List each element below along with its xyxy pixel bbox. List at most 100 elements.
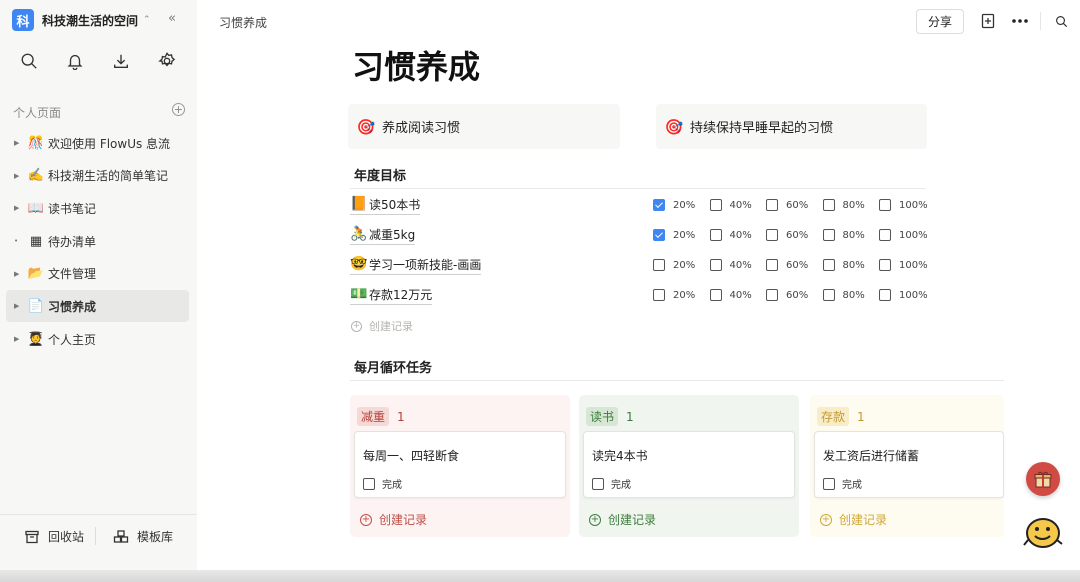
table-row: 💵 存款12万元 20% 40% 60% 80% 100% <box>350 280 928 310</box>
progress-checkbox[interactable]: 60% <box>766 259 823 271</box>
checkbox[interactable] <box>709 289 722 301</box>
add-page-icon[interactable]: + <box>172 103 185 116</box>
create-record-button[interactable]: + 创建记录 <box>360 511 427 528</box>
sidebar-item[interactable]: ▶ 📂 文件管理 <box>6 258 189 290</box>
progress-checkbox[interactable]: 80% <box>822 199 880 211</box>
page-emoji-icon: 🧑‍🎓 <box>27 331 45 347</box>
create-record-button[interactable]: + 创建记录 <box>589 511 656 528</box>
progress-checkbox[interactable]: 20% <box>653 229 710 241</box>
share-button[interactable]: 分享 <box>916 9 964 34</box>
progress-checkbox[interactable]: 20% <box>653 259 710 271</box>
column-header[interactable]: 减重 1 <box>357 407 405 426</box>
bell-icon[interactable] <box>64 50 86 72</box>
sidebar-item[interactable]: ▶ 📄 习惯养成 <box>6 290 189 323</box>
expand-arrow-icon[interactable]: ▶ <box>14 270 22 278</box>
goal-card[interactable]: 🎯 持续保持早睡早起的习惯 <box>656 104 927 149</box>
checkbox[interactable] <box>823 477 835 490</box>
checkbox[interactable] <box>879 259 891 271</box>
column-tag: 存款 <box>817 407 850 426</box>
add-page-icon[interactable] <box>979 12 997 30</box>
progress-checkbox[interactable]: 60% <box>766 199 823 211</box>
goal-name[interactable]: 💵 存款12万元 <box>350 286 433 305</box>
progress-checkbox[interactable]: 100% <box>879 289 936 301</box>
column-header[interactable]: 读书 1 <box>586 407 634 426</box>
expand-arrow-icon[interactable]: ▶ <box>14 302 22 310</box>
checkbox[interactable] <box>766 199 778 211</box>
checkbox[interactable] <box>879 289 891 301</box>
progress-checkbox[interactable]: 60% <box>766 289 823 301</box>
checkbox[interactable] <box>822 289 835 301</box>
trash-button[interactable]: 回收站 <box>24 528 84 545</box>
checkbox[interactable] <box>879 229 891 241</box>
download-icon[interactable] <box>110 50 132 72</box>
checkbox[interactable] <box>879 199 891 211</box>
double-chevron-left-icon[interactable]: « <box>168 11 176 26</box>
checkbox[interactable] <box>709 259 722 271</box>
sidebar-item-label: 读书笔记 <box>48 201 97 216</box>
done-checkbox-field[interactable]: 完成 <box>823 476 862 491</box>
progress-checkbox[interactable]: 100% <box>879 259 936 271</box>
goal-card[interactable]: 🎯 养成阅读习惯 <box>348 104 620 149</box>
progress-checkbox[interactable]: 100% <box>879 229 936 241</box>
checkbox[interactable] <box>709 229 722 241</box>
sidebar-item[interactable]: ▶ 🎊 欢迎使用 FlowUs 息流 <box>6 127 189 159</box>
kanban-card[interactable]: 每周一、四轻断食 完成 <box>354 431 566 498</box>
checkbox[interactable] <box>653 229 665 241</box>
expand-arrow-icon[interactable]: • <box>14 237 22 245</box>
goal-name[interactable]: 📙 读50本书 <box>350 196 421 215</box>
progress-checkbox[interactable]: 40% <box>709 199 767 211</box>
progress-checkbox[interactable]: 100% <box>879 199 936 211</box>
goal-name[interactable]: 🚴 减重5kg <box>350 226 416 245</box>
checkbox[interactable] <box>653 199 665 211</box>
expand-arrow-icon[interactable]: ▶ <box>14 172 22 180</box>
progress-checkbox[interactable]: 40% <box>709 229 767 241</box>
progress-checkbox[interactable]: 60% <box>766 229 823 241</box>
progress-label: 40% <box>729 289 752 301</box>
progress-checkbox[interactable]: 40% <box>709 259 767 271</box>
checkbox[interactable] <box>822 199 835 211</box>
progress-checkbox[interactable]: 80% <box>822 229 880 241</box>
checkbox[interactable] <box>709 199 722 211</box>
checkbox[interactable] <box>592 477 604 490</box>
gear-icon[interactable] <box>156 50 178 72</box>
expand-arrow-icon[interactable]: ▶ <box>14 335 22 343</box>
checkbox[interactable] <box>766 259 778 271</box>
sidebar-item[interactable]: • ▦ 待办清单 <box>6 225 189 257</box>
progress-checkbox[interactable]: 40% <box>709 289 767 301</box>
progress-checkbox[interactable]: 80% <box>822 289 880 301</box>
templates-button[interactable]: 模板库 <box>113 528 173 545</box>
gift-icon[interactable] <box>1026 462 1060 496</box>
search-icon[interactable] <box>1052 12 1070 30</box>
checkbox[interactable] <box>766 229 778 241</box>
sidebar-item[interactable]: ▶ 🧑‍🎓 个人主页 <box>6 323 189 355</box>
create-record-button[interactable]: + 创建记录 <box>820 511 887 528</box>
create-record-button[interactable]: + 创建记录 <box>351 318 413 334</box>
expand-arrow-icon[interactable]: ▶ <box>14 204 22 212</box>
kanban-card[interactable]: 读完4本书 完成 <box>583 431 795 498</box>
checkbox[interactable] <box>822 259 835 271</box>
sidebar-item[interactable]: ▶ ✍️ 科技潮生活的简单笔记 <box>6 160 189 192</box>
column-header[interactable]: 存款 1 <box>817 407 865 426</box>
checkbox[interactable] <box>363 477 375 490</box>
kanban-card[interactable]: 发工资后进行储蓄 完成 <box>814 431 1004 498</box>
done-checkbox-field[interactable]: 完成 <box>363 476 402 491</box>
plus-circle-icon: + <box>820 513 832 526</box>
progress-checkbox[interactable]: 20% <box>653 199 710 211</box>
more-icon[interactable] <box>1011 12 1029 30</box>
workspace-switcher[interactable]: 科 科技潮生活的空间 ⌃ <box>12 9 151 31</box>
sidebar-item[interactable]: ▶ 📖 读书笔记 <box>6 192 189 224</box>
checkbox[interactable] <box>766 289 778 301</box>
checkbox[interactable] <box>822 229 835 241</box>
progress-checkbox[interactable]: 80% <box>822 259 880 271</box>
app-window: 科 科技潮生活的空间 ⌃ « 个人页面 + ▶ 🎊 欢迎使用 FlowUs 息流 ▶ ✍… <box>0 0 1080 582</box>
progress-checkbox[interactable]: 20% <box>653 289 710 301</box>
checkbox[interactable] <box>653 289 665 301</box>
done-checkbox-field[interactable]: 完成 <box>592 476 631 491</box>
expand-arrow-icon[interactable]: ▶ <box>14 139 22 147</box>
column-tag: 读书 <box>586 407 619 426</box>
checkbox[interactable] <box>653 259 665 271</box>
breadcrumb[interactable]: 习惯养成 <box>219 14 267 31</box>
search-icon[interactable] <box>18 50 40 72</box>
goal-name[interactable]: 🤓 学习一项新技能-画画 <box>350 256 482 275</box>
mascot-icon[interactable] <box>1021 513 1065 551</box>
